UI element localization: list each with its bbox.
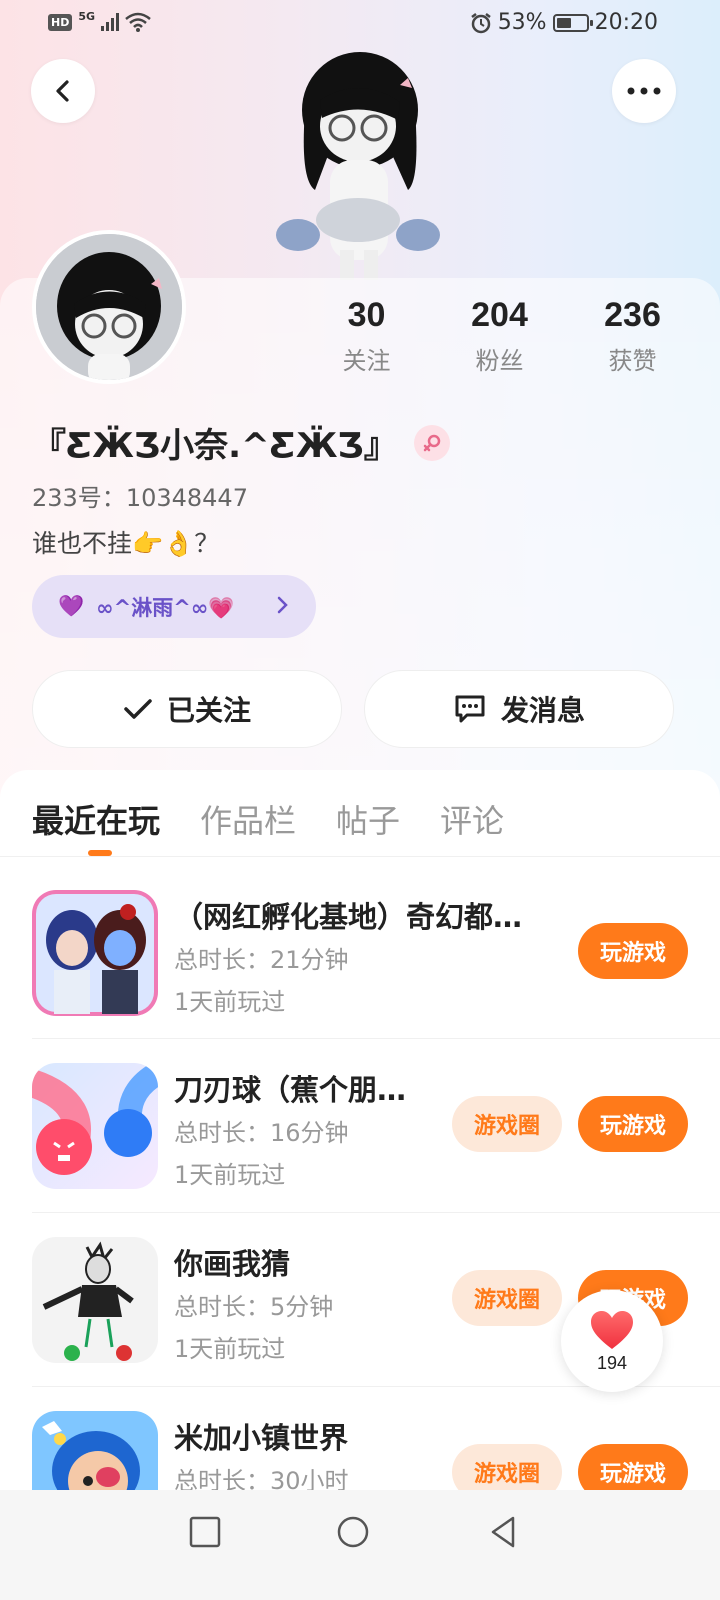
row-divider bbox=[32, 1038, 720, 1039]
profile-stats: 30 关注 204 粉丝 236 获赞 bbox=[300, 296, 700, 376]
game-title: 刀刃球（蕉个朋… bbox=[174, 1073, 407, 1107]
battery-icon bbox=[552, 13, 593, 32]
nickname: 『ƸӜƷ小奈.^ƸӜƷ』 bbox=[32, 426, 398, 466]
like-floating-button[interactable]: 194 bbox=[561, 1290, 663, 1392]
network-type: 5G bbox=[78, 9, 96, 23]
stat-followers[interactable]: 204 粉丝 bbox=[433, 296, 566, 376]
following-button[interactable]: 已关注 bbox=[32, 670, 342, 748]
play-game-button[interactable]: 玩游戏 bbox=[578, 1096, 688, 1152]
tab-works[interactable]: 作品栏 bbox=[200, 796, 296, 842]
tab-recently-played[interactable]: 最近在玩 bbox=[32, 796, 160, 842]
game-title: 米加小镇世界 bbox=[174, 1421, 349, 1455]
home-icon[interactable] bbox=[333, 1512, 373, 1552]
stat-likes-value: 236 bbox=[604, 296, 661, 334]
game-circle-button[interactable]: 游戏圈 bbox=[452, 1270, 562, 1326]
game-duration: 总时长：16分钟 bbox=[174, 1119, 349, 1147]
like-count: 194 bbox=[596, 1352, 628, 1373]
stat-likes[interactable]: 236 获赞 bbox=[566, 296, 699, 376]
game-last-played: 1天前玩过 bbox=[174, 1161, 286, 1189]
heart-tag-icon: 💜 bbox=[58, 594, 85, 618]
stat-likes-label: 获赞 bbox=[608, 347, 657, 375]
back-button[interactable] bbox=[31, 59, 95, 123]
more-dots-icon bbox=[627, 87, 661, 95]
tab-posts[interactable]: 帖子 bbox=[336, 796, 400, 842]
more-button[interactable] bbox=[612, 59, 676, 123]
message-icon bbox=[455, 695, 485, 723]
game-list-item[interactable]: （网红孵化基地）奇幻都… 总时长：21分钟 1天前玩过 玩游戏 bbox=[32, 890, 688, 1020]
avatar[interactable] bbox=[32, 230, 186, 384]
battery-percent: 53% bbox=[497, 10, 547, 35]
clock: 20:20 bbox=[594, 10, 658, 35]
game-duration: 总时长：21分钟 bbox=[174, 946, 349, 974]
game-duration: 总时长：5分钟 bbox=[174, 1293, 334, 1321]
row-divider bbox=[32, 1212, 720, 1213]
chevron-right-icon bbox=[277, 596, 288, 614]
game-icon bbox=[32, 890, 158, 1016]
game-last-played: 1天前玩过 bbox=[174, 988, 286, 1016]
chevron-left-icon bbox=[56, 80, 69, 102]
bio: 谁也不挂👉👌？ bbox=[32, 529, 220, 558]
signal-icon bbox=[101, 13, 120, 31]
tab-comments[interactable]: 评论 bbox=[440, 796, 504, 842]
stat-followers-value: 204 bbox=[471, 296, 528, 334]
send-message-button[interactable]: 发消息 bbox=[364, 670, 674, 748]
alarm-icon bbox=[470, 12, 491, 33]
stat-following-value: 30 bbox=[347, 296, 386, 334]
heart-icon bbox=[591, 1310, 633, 1349]
user-id-label: 233号： bbox=[32, 484, 126, 512]
check-icon bbox=[124, 699, 152, 719]
user-tag-label: ∞^淋雨^∞💗 bbox=[96, 595, 235, 620]
wifi-icon bbox=[125, 12, 151, 32]
game-list-item[interactable]: 刀刃球（蕉个朋… 总时长：16分钟 1天前玩过 游戏圈 玩游戏 bbox=[32, 1063, 688, 1193]
hd-indicator: HD bbox=[48, 13, 73, 31]
game-circle-button[interactable]: 游戏圈 bbox=[452, 1096, 562, 1152]
game-title: （网红孵化基地）奇幻都… bbox=[174, 900, 523, 934]
send-message-button-label: 发消息 bbox=[500, 694, 585, 727]
stat-following[interactable]: 30 关注 bbox=[300, 296, 433, 376]
following-button-label: 已关注 bbox=[166, 694, 251, 727]
avatar-character-image[interactable] bbox=[270, 40, 440, 280]
female-gender-icon bbox=[413, 424, 450, 461]
user-id-value: 10348447 bbox=[125, 484, 248, 512]
back-nav-icon[interactable] bbox=[483, 1512, 523, 1552]
profile-tabs: 最近在玩 作品栏 帖子 评论 bbox=[32, 796, 504, 842]
user-tag-pill[interactable]: 💜 ∞^淋雨^∞💗 bbox=[32, 575, 316, 638]
game-last-played: 1天前玩过 bbox=[174, 1335, 286, 1363]
stat-followers-label: 粉丝 bbox=[475, 347, 524, 375]
user-id: 233号：10348447 bbox=[32, 478, 248, 513]
game-icon bbox=[32, 1063, 158, 1189]
stat-following-label: 关注 bbox=[342, 347, 391, 375]
recent-apps-icon[interactable] bbox=[185, 1512, 225, 1552]
play-game-button[interactable]: 玩游戏 bbox=[578, 923, 688, 979]
nickname-row: 『ƸӜƷ小奈.^ƸӜƷ』 bbox=[32, 418, 450, 467]
system-navigation-bar bbox=[0, 1490, 720, 1600]
game-title: 你画我猜 bbox=[174, 1247, 291, 1281]
tab-divider bbox=[0, 856, 720, 857]
game-icon bbox=[32, 1237, 158, 1363]
avatar-image bbox=[36, 234, 182, 380]
